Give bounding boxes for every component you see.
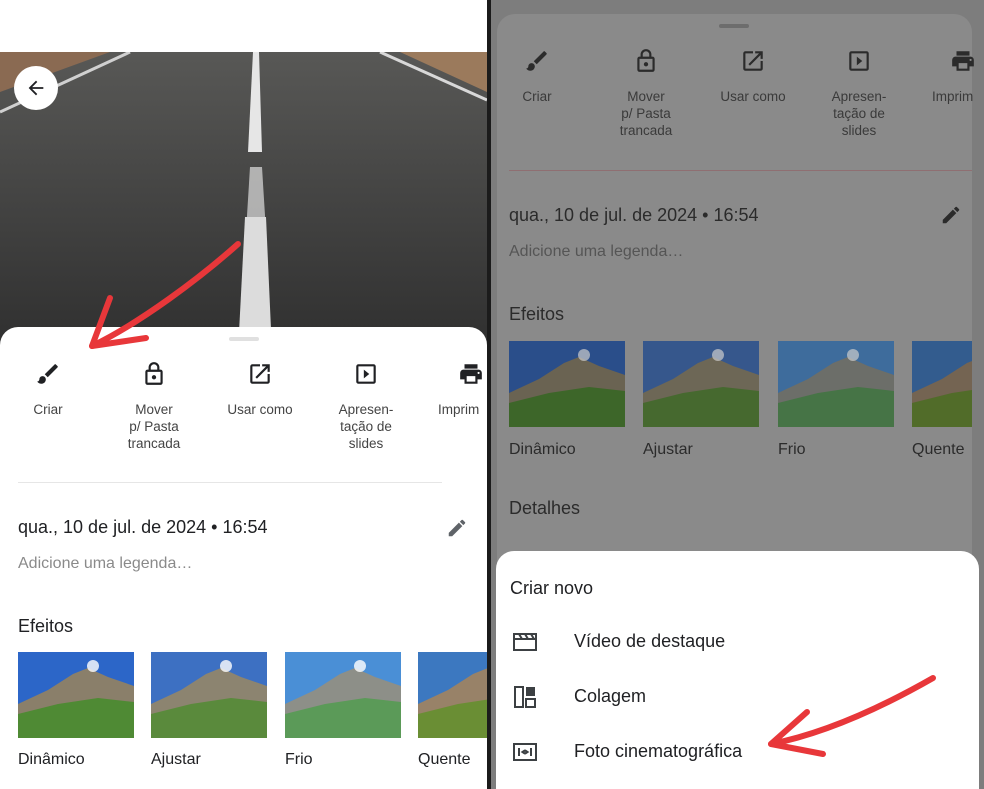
lock-icon [145,362,163,385]
caption-input[interactable]: Adicione uma legenda… [509,243,683,261]
menu-item-label: Colagem [574,686,647,706]
action-move-locked[interactable]: Mover p/ Pasta trancada [114,361,194,452]
red-arrow-annotation [89,241,241,349]
action-label: Mover p/ Pasta trancada [619,89,673,138]
brush-icon [526,51,547,71]
effect-label: Dinâmico [18,751,85,768]
divider [509,170,972,171]
open-external-icon [250,364,270,384]
clapperboard-icon [513,633,537,651]
action-label: Criar [33,402,63,417]
effect-thumb-dynamic[interactable] [509,341,625,427]
red-arrow-annotation [768,675,936,757]
menu-item-label: Foto cinematográfica [574,741,743,761]
effect-label: Quente [912,441,965,458]
slideshow-icon [356,364,376,384]
cinematic-photo-icon [513,743,537,761]
action-use-as[interactable]: Usar como [220,361,300,418]
effect-label: Quente [418,751,471,768]
action-label: Imprim [438,402,480,417]
action-print[interactable]: Imprim [932,48,984,105]
divider [18,482,442,483]
effects-title: Efeitos [509,304,565,324]
brush-icon [37,364,58,384]
caption-input[interactable]: Adicione uma legenda… [18,555,192,573]
effect-thumb-adjust[interactable] [151,652,267,738]
action-use-as[interactable]: Usar como [713,48,793,105]
details-title: Detalhes [509,498,581,518]
pencil-icon[interactable] [940,204,962,226]
action-create[interactable]: Criar [507,48,567,105]
effect-thumb-cool[interactable] [285,652,401,738]
action-slideshow[interactable]: Apresen- tação de slides [819,48,899,139]
action-label: Imprim [932,89,974,104]
effect-thumb-adjust[interactable] [643,341,759,427]
action-move-locked[interactable]: Mover p/ Pasta trancada [606,48,686,139]
open-external-icon [743,51,763,71]
collage-icon [514,686,536,708]
details-sheet: Criar Mover p/ Pasta trancada Usar como … [0,327,487,789]
sheet-handle[interactable] [719,24,749,28]
left-screen: Criar Mover p/ Pasta trancada Usar como … [0,0,487,789]
action-label: Mover p/ Pasta trancada [127,402,181,451]
action-create[interactable]: Criar [18,361,78,418]
action-label: Usar como [720,89,786,104]
effect-thumb-warm[interactable] [912,341,972,427]
pencil-icon[interactable] [446,517,468,539]
action-label: Criar [522,89,552,104]
effect-label: Ajustar [151,751,201,768]
print-icon [952,51,974,71]
action-label: Apresen- tação de slides [338,402,394,451]
photo-date: qua., 10 de jul. de 2024 • 16:54 [509,205,759,225]
print-icon [460,364,482,384]
arrow-left-icon [28,80,44,96]
effect-label: Frio [778,441,806,458]
effect-thumb-dynamic[interactable] [18,652,134,738]
menu-item-highlight-video[interactable]: Vídeo de destaque [496,617,979,667]
right-screen: Criar Mover p/ Pasta trancada Usar como … [491,0,984,789]
status-area [0,0,487,52]
lock-icon [637,49,655,72]
effect-label: Frio [285,751,313,768]
create-new-title: Criar novo [510,578,594,598]
action-label: Apresen- tação de slides [831,89,887,138]
photo-date: qua., 10 de jul. de 2024 • 16:54 [18,517,268,537]
effect-thumb-cool[interactable] [778,341,894,427]
action-label: Usar como [227,402,293,417]
effect-label: Ajustar [643,441,693,458]
action-print[interactable]: Imprim [438,361,487,418]
effects-title: Efeitos [18,616,74,636]
effect-label: Dinâmico [509,441,576,458]
action-slideshow[interactable]: Apresen- tação de slides [326,361,406,452]
effect-thumb-warm[interactable] [418,652,487,738]
back-button[interactable] [14,66,58,110]
menu-item-label: Vídeo de destaque [574,631,726,651]
slideshow-icon [849,51,869,71]
